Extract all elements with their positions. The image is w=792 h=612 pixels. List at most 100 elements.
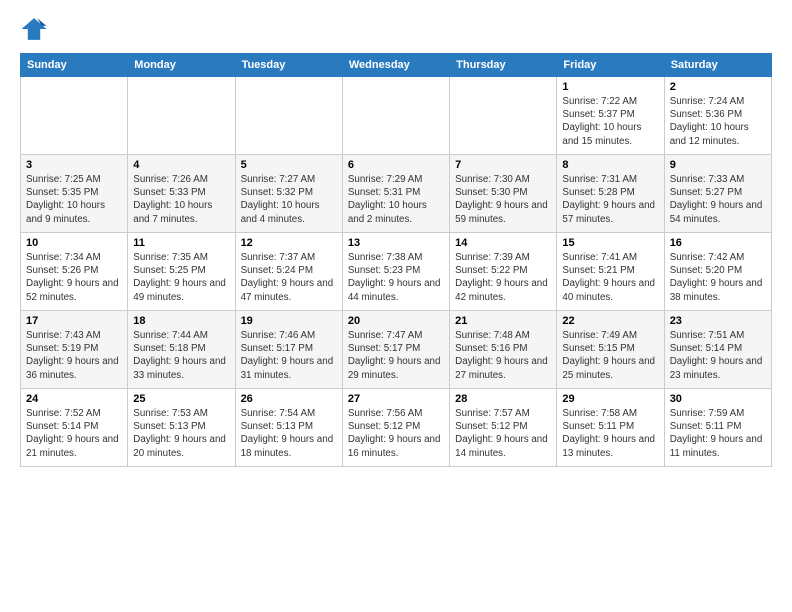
day-number: 29 xyxy=(562,393,658,405)
weekday-header: Monday xyxy=(128,54,235,77)
day-number: 23 xyxy=(670,315,766,327)
weekday-header: Wednesday xyxy=(342,54,449,77)
day-info: Sunrise: 7:49 AMSunset: 5:15 PMDaylight:… xyxy=(562,329,658,382)
day-info: Sunrise: 7:52 AMSunset: 5:14 PMDaylight:… xyxy=(26,407,122,460)
day-info: Sunrise: 7:51 AMSunset: 5:14 PMDaylight:… xyxy=(670,329,766,382)
day-info: Sunrise: 7:31 AMSunset: 5:28 PMDaylight:… xyxy=(562,173,658,226)
calendar-cell: 30 Sunrise: 7:59 AMSunset: 5:11 PMDayligh… xyxy=(664,389,771,467)
day-number: 6 xyxy=(348,159,444,171)
calendar-cell: 21 Sunrise: 7:48 AMSunset: 5:16 PMDayligh… xyxy=(450,311,557,389)
day-number: 14 xyxy=(455,237,551,249)
calendar-cell: 11 Sunrise: 7:35 AMSunset: 5:25 PMDayligh… xyxy=(128,233,235,311)
calendar-cell: 17Sunrise: 7:43 AMSunset: 5:19 PMDayligh… xyxy=(21,311,128,389)
calendar-cell: 9 Sunrise: 7:33 AMSunset: 5:27 PMDaylight… xyxy=(664,155,771,233)
day-number: 21 xyxy=(455,315,551,327)
calendar-cell: 10Sunrise: 7:34 AMSunset: 5:26 PMDayligh… xyxy=(21,233,128,311)
day-number: 30 xyxy=(670,393,766,405)
day-number: 22 xyxy=(562,315,658,327)
day-info: Sunrise: 7:46 AMSunset: 5:17 PMDaylight:… xyxy=(241,329,337,382)
logo xyxy=(20,15,52,43)
calendar-cell: 2 Sunrise: 7:24 AMSunset: 5:36 PMDaylight… xyxy=(664,77,771,155)
calendar-cell xyxy=(342,77,449,155)
day-number: 2 xyxy=(670,81,766,93)
day-number: 16 xyxy=(670,237,766,249)
calendar-cell: 7 Sunrise: 7:30 AMSunset: 5:30 PMDaylight… xyxy=(450,155,557,233)
day-number: 25 xyxy=(133,393,229,405)
day-info: Sunrise: 7:33 AMSunset: 5:27 PMDaylight:… xyxy=(670,173,766,226)
day-number: 10 xyxy=(26,237,122,249)
day-info: Sunrise: 7:57 AMSunset: 5:12 PMDaylight:… xyxy=(455,407,551,460)
day-info: Sunrise: 7:38 AMSunset: 5:23 PMDaylight:… xyxy=(348,251,444,304)
day-info: Sunrise: 7:29 AMSunset: 5:31 PMDaylight:… xyxy=(348,173,444,226)
day-number: 9 xyxy=(670,159,766,171)
day-number: 15 xyxy=(562,237,658,249)
calendar-cell xyxy=(235,77,342,155)
day-info: Sunrise: 7:56 AMSunset: 5:12 PMDaylight:… xyxy=(348,407,444,460)
day-number: 13 xyxy=(348,237,444,249)
calendar-cell: 24 Sunrise: 7:52 AMSunset: 5:14 PMDayligh… xyxy=(21,389,128,467)
calendar-cell: 18Sunrise: 7:44 AMSunset: 5:18 PMDayligh… xyxy=(128,311,235,389)
calendar-cell: 25 Sunrise: 7:53 AMSunset: 5:13 PMDayligh… xyxy=(128,389,235,467)
calendar-cell: 22 Sunrise: 7:49 AMSunset: 5:15 PMDayligh… xyxy=(557,311,664,389)
day-number: 11 xyxy=(133,237,229,249)
calendar-cell xyxy=(21,77,128,155)
day-number: 7 xyxy=(455,159,551,171)
weekday-header: Thursday xyxy=(450,54,557,77)
calendar-cell: 12 Sunrise: 7:37 AMSunset: 5:24 PMDayligh… xyxy=(235,233,342,311)
day-info: Sunrise: 7:44 AMSunset: 5:18 PMDaylight:… xyxy=(133,329,229,382)
calendar-cell: 1 Sunrise: 7:22 AMSunset: 5:37 PMDaylight… xyxy=(557,77,664,155)
calendar-cell: 3 Sunrise: 7:25 AMSunset: 5:35 PMDaylight… xyxy=(21,155,128,233)
calendar-header: SundayMondayTuesdayWednesdayThursdayFrid… xyxy=(21,54,772,77)
day-info: Sunrise: 7:26 AMSunset: 5:33 PMDaylight:… xyxy=(133,173,229,226)
calendar-cell xyxy=(128,77,235,155)
calendar-cell: 14 Sunrise: 7:39 AMSunset: 5:22 PMDayligh… xyxy=(450,233,557,311)
day-info: Sunrise: 7:27 AMSunset: 5:32 PMDaylight:… xyxy=(241,173,337,226)
day-number: 19 xyxy=(241,315,337,327)
day-number: 12 xyxy=(241,237,337,249)
calendar-cell: 26 Sunrise: 7:54 AMSunset: 5:13 PMDayligh… xyxy=(235,389,342,467)
calendar-cell: 29 Sunrise: 7:58 AMSunset: 5:11 PMDayligh… xyxy=(557,389,664,467)
calendar-cell: 28 Sunrise: 7:57 AMSunset: 5:12 PMDayligh… xyxy=(450,389,557,467)
day-number: 28 xyxy=(455,393,551,405)
day-number: 27 xyxy=(348,393,444,405)
calendar-cell: 23 Sunrise: 7:51 AMSunset: 5:14 PMDayligh… xyxy=(664,311,771,389)
calendar-cell: 5Sunrise: 7:27 AMSunset: 5:32 PMDaylight… xyxy=(235,155,342,233)
day-info: Sunrise: 7:30 AMSunset: 5:30 PMDaylight:… xyxy=(455,173,551,226)
day-number: 3 xyxy=(26,159,122,171)
day-number: 20 xyxy=(348,315,444,327)
day-info: Sunrise: 7:42 AMSunset: 5:20 PMDaylight:… xyxy=(670,251,766,304)
day-info: Sunrise: 7:24 AMSunset: 5:36 PMDaylight:… xyxy=(670,95,766,148)
calendar-cell: 20 Sunrise: 7:47 AMSunset: 5:17 PMDayligh… xyxy=(342,311,449,389)
day-info: Sunrise: 7:54 AMSunset: 5:13 PMDaylight:… xyxy=(241,407,337,460)
weekday-header: Friday xyxy=(557,54,664,77)
calendar-cell: 8 Sunrise: 7:31 AMSunset: 5:28 PMDaylight… xyxy=(557,155,664,233)
calendar-cell xyxy=(450,77,557,155)
day-number: 24 xyxy=(26,393,122,405)
day-info: Sunrise: 7:48 AMSunset: 5:16 PMDaylight:… xyxy=(455,329,551,382)
calendar-cell: 6 Sunrise: 7:29 AMSunset: 5:31 PMDaylight… xyxy=(342,155,449,233)
day-info: Sunrise: 7:22 AMSunset: 5:37 PMDaylight:… xyxy=(562,95,658,148)
day-number: 4 xyxy=(133,159,229,171)
day-number: 1 xyxy=(562,81,658,93)
day-info: Sunrise: 7:35 AMSunset: 5:25 PMDaylight:… xyxy=(133,251,229,304)
calendar-cell: 27 Sunrise: 7:56 AMSunset: 5:12 PMDayligh… xyxy=(342,389,449,467)
day-info: Sunrise: 7:47 AMSunset: 5:17 PMDaylight:… xyxy=(348,329,444,382)
day-info: Sunrise: 7:58 AMSunset: 5:11 PMDaylight:… xyxy=(562,407,658,460)
day-info: Sunrise: 7:37 AMSunset: 5:24 PMDaylight:… xyxy=(241,251,337,304)
day-info: Sunrise: 7:59 AMSunset: 5:11 PMDaylight:… xyxy=(670,407,766,460)
calendar-cell: 19 Sunrise: 7:46 AMSunset: 5:17 PMDayligh… xyxy=(235,311,342,389)
day-number: 26 xyxy=(241,393,337,405)
day-info: Sunrise: 7:43 AMSunset: 5:19 PMDaylight:… xyxy=(26,329,122,382)
day-number: 8 xyxy=(562,159,658,171)
logo-icon xyxy=(20,15,48,43)
calendar-cell: 15 Sunrise: 7:41 AMSunset: 5:21 PMDayligh… xyxy=(557,233,664,311)
day-info: Sunrise: 7:41 AMSunset: 5:21 PMDaylight:… xyxy=(562,251,658,304)
weekday-header: Tuesday xyxy=(235,54,342,77)
calendar-cell: 16 Sunrise: 7:42 AMSunset: 5:20 PMDayligh… xyxy=(664,233,771,311)
page-header xyxy=(20,15,772,43)
calendar-cell: 4 Sunrise: 7:26 AMSunset: 5:33 PMDaylight… xyxy=(128,155,235,233)
day-info: Sunrise: 7:25 AMSunset: 5:35 PMDaylight:… xyxy=(26,173,122,226)
day-info: Sunrise: 7:53 AMSunset: 5:13 PMDaylight:… xyxy=(133,407,229,460)
weekday-header: Saturday xyxy=(664,54,771,77)
day-info: Sunrise: 7:39 AMSunset: 5:22 PMDaylight:… xyxy=(455,251,551,304)
